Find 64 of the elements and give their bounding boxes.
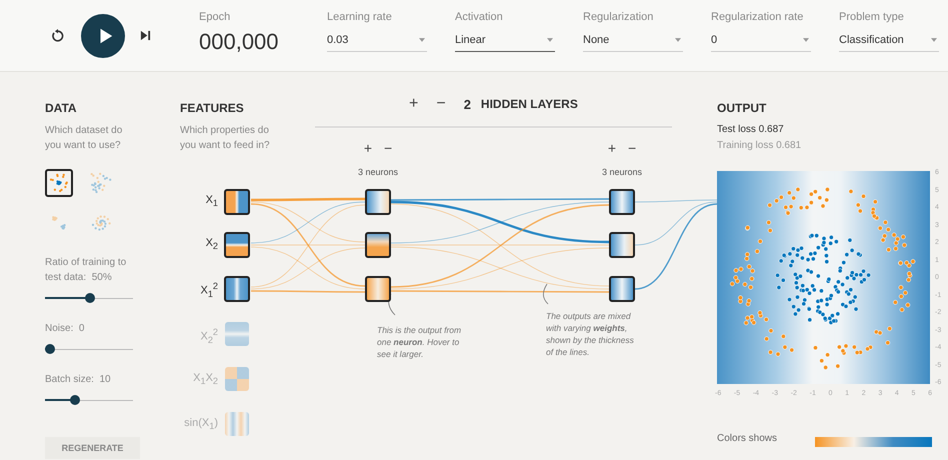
dropdown-label: Regularization	[583, 11, 654, 23]
add-neuron-button[interactable]: +	[604, 140, 620, 156]
dropdown-label: Activation	[455, 11, 504, 23]
section-title: FEATURES	[180, 101, 245, 115]
dropdown[interactable]: 0.03	[327, 34, 427, 52]
dropdown[interactable]: Linear	[455, 34, 555, 52]
epoch-counter: 000,000	[199, 28, 280, 54]
leader-line	[542, 284, 548, 304]
feature-node[interactable]	[225, 412, 249, 436]
neuron-node[interactable]	[609, 276, 635, 302]
feature-node[interactable]	[224, 276, 250, 302]
epoch-label: Epoch	[199, 10, 232, 22]
section-description: Which dataset do you want to use?	[45, 124, 124, 153]
annotation-text: The outputs are mixed with varying weights, shown by the thickness of the lines.	[546, 310, 635, 358]
caret-icon	[419, 38, 425, 42]
feature-label: sin(X$_{1}$)	[183, 417, 218, 432]
slider-thumb[interactable]	[84, 293, 95, 303]
slider-thumb[interactable]	[70, 395, 80, 405]
neuron-node[interactable]	[365, 232, 391, 258]
caret-icon	[547, 38, 553, 42]
dropdown-label: Problem type	[839, 11, 905, 23]
section-title: OUTPUT	[717, 101, 768, 115]
slider-label: Batch size: 10	[45, 373, 112, 387]
remove-layer-button[interactable]: −	[432, 95, 450, 113]
neuron-node[interactable]	[365, 189, 391, 215]
training-loss: Training loss 0.681	[717, 140, 802, 151]
add-neuron-button[interactable]: +	[360, 140, 376, 156]
test-loss: Test loss 0.687	[717, 124, 785, 135]
feature-node[interactable]	[225, 322, 249, 346]
feature-label: X$_{2}$	[204, 237, 218, 252]
slider-label: Noise: 0	[45, 322, 86, 336]
play-button[interactable]	[81, 14, 125, 58]
annotation-text: This is the output from one neuron. Hover to see it larger.	[377, 324, 462, 360]
dropdown[interactable]: None	[583, 34, 683, 52]
neuron-node[interactable]	[609, 232, 635, 258]
dropdown[interactable]: 0	[711, 34, 811, 52]
feature-label: X$_{1}$	[204, 194, 218, 208]
section-title: HIDDEN LAYERS	[480, 97, 578, 111]
dataset-thumbnail[interactable]	[45, 169, 73, 197]
step-icon[interactable]	[140, 30, 151, 41]
remove-neuron-button[interactable]: −	[624, 140, 640, 156]
dropdown[interactable]: Classification	[839, 34, 939, 52]
feature-node[interactable]	[224, 189, 250, 215]
section-title: DATA	[45, 101, 78, 115]
legend-label: Colors shows	[717, 433, 778, 444]
feature-label: X$_{1}$X$_{2}$	[192, 372, 218, 386]
caret-icon	[931, 38, 937, 42]
caret-icon	[803, 38, 809, 42]
add-layer-button[interactable]: +	[405, 95, 422, 113]
neuron-node[interactable]	[365, 276, 391, 302]
feature-node[interactable]	[224, 232, 250, 258]
caret-icon	[675, 38, 681, 42]
layer-count: 2	[464, 96, 471, 112]
neuron-node[interactable]	[609, 189, 635, 215]
dropdown-label: Regularization rate	[711, 11, 804, 23]
slider-label: Ratio of training to test data: 50%	[45, 256, 128, 285]
feature-node[interactable]	[225, 367, 249, 391]
slider-thumb[interactable]	[45, 344, 55, 354]
section-description: Which properties do you want to feed in?	[180, 124, 271, 153]
neuron-count: 3 neurons	[356, 167, 400, 177]
remove-neuron-button[interactable]: −	[380, 140, 396, 156]
dropdown-label: Learning rate	[327, 11, 393, 23]
neuron-count: 3 neurons	[600, 167, 644, 177]
reset-icon[interactable]	[51, 28, 65, 42]
